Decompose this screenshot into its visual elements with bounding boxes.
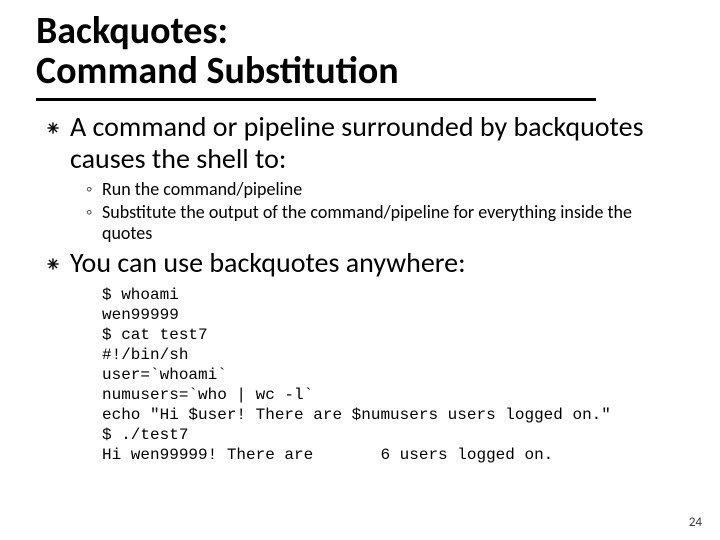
- sub-bullet-item: ◦ Run the command/pipeline: [86, 179, 684, 201]
- asterisk-icon: [46, 121, 64, 135]
- title-line-1: Backquotes:: [36, 12, 684, 52]
- sub-bullet-icon: ◦: [86, 179, 102, 201]
- slide-title: Backquotes: Command Substitution: [36, 12, 684, 92]
- bullet-text: You can use backquotes anywhere:: [70, 247, 466, 279]
- title-line-2: Command Substitution: [36, 52, 684, 92]
- bullet-item: A command or pipeline surrounded by back…: [46, 111, 684, 175]
- sub-bullet-text: Substitute the output of the command/pip…: [102, 202, 684, 245]
- sub-bullet-item: ◦ Substitute the output of the command/p…: [86, 202, 684, 245]
- bullet-text: A command or pipeline surrounded by back…: [70, 111, 684, 175]
- asterisk-icon: [46, 257, 64, 271]
- sub-bullet-text: Run the command/pipeline: [102, 179, 302, 201]
- page-number: 24: [689, 515, 702, 530]
- title-underline: [36, 98, 596, 101]
- bullet-item: You can use backquotes anywhere:: [46, 247, 684, 279]
- sub-bullet-icon: ◦: [86, 202, 102, 224]
- slide: Backquotes: Command Substitution A comma…: [0, 0, 720, 465]
- content-area: A command or pipeline surrounded by back…: [36, 111, 684, 465]
- code-block: $ whoami wen99999 $ cat test7 #!/bin/sh …: [102, 285, 684, 465]
- sub-list: ◦ Run the command/pipeline ◦ Substitute …: [86, 179, 684, 245]
